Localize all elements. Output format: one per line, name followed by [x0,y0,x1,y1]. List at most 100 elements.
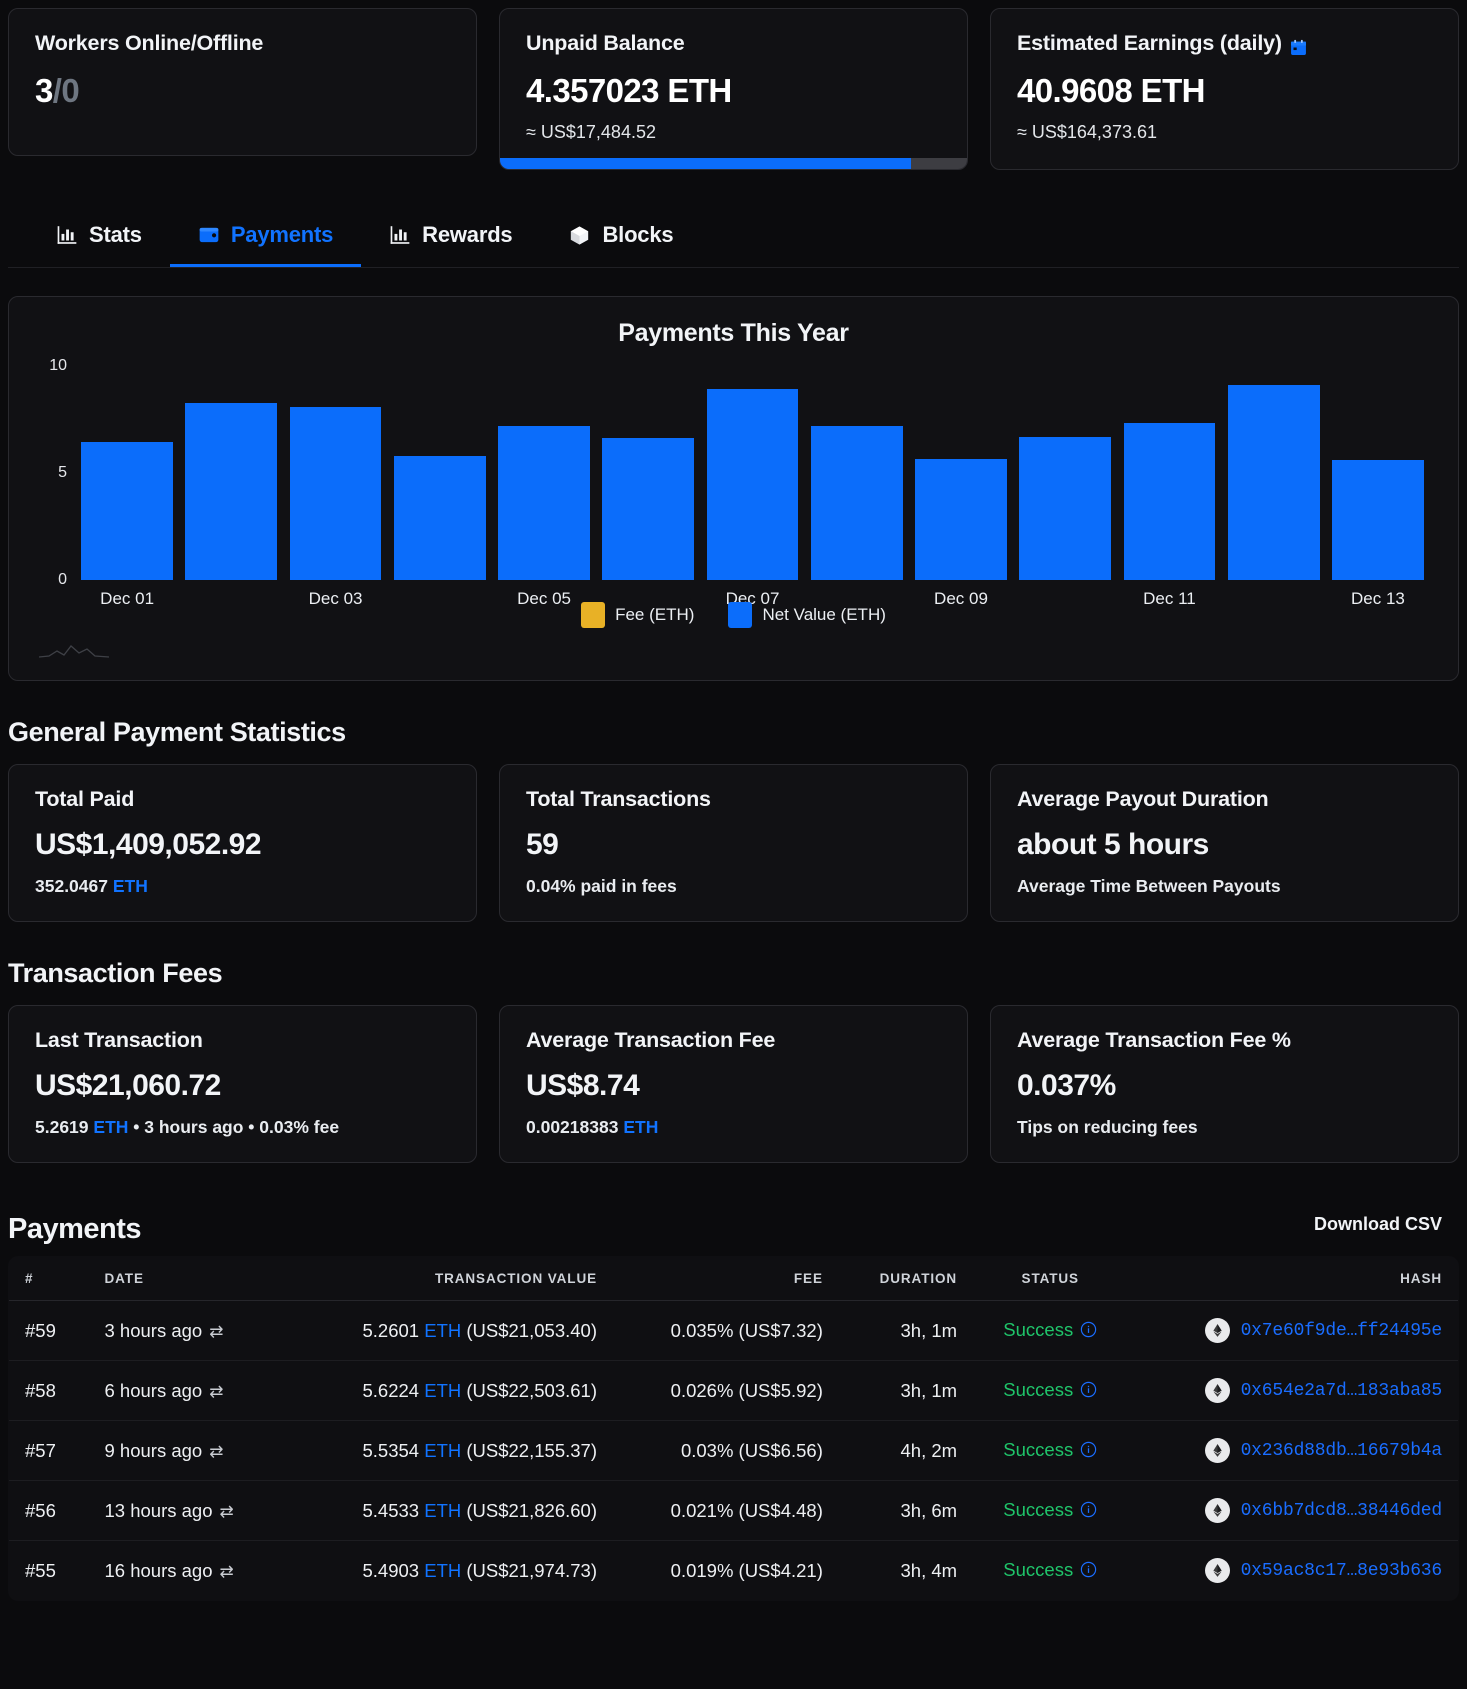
swap-icon[interactable]: ⇄ [209,1382,223,1401]
chart-bar-slot[interactable] [492,366,596,580]
tab-blocks[interactable]: Blocks [540,208,701,267]
average-transaction-fee-sub: 0.00218383 ETH [526,1117,941,1138]
total-transactions-title: Total Transactions [526,787,941,812]
payment-hash-cell: 0x7e60f9de…ff24495e [1127,1301,1458,1361]
info-icon[interactable] [1080,1501,1097,1523]
eth-unit-label: ETH [93,1117,128,1137]
chart-bar[interactable] [1332,460,1424,580]
bar-chart-icon [389,224,411,246]
swap-icon[interactable]: ⇄ [209,1322,223,1341]
tab-stats[interactable]: Stats [28,208,170,267]
swap-icon[interactable]: ⇄ [209,1442,223,1461]
chart-bar[interactable] [707,389,799,580]
unpaid-balance-label: Unpaid Balance [526,31,941,56]
download-csv-button[interactable]: Download CSV [1297,1203,1459,1246]
chart-bar-slot[interactable] [283,366,387,580]
chart-bar-slot[interactable] [700,366,804,580]
chart-bar-slot[interactable] [1013,366,1117,580]
info-icon[interactable] [1080,1441,1097,1463]
chart-bar[interactable] [394,456,486,580]
chart-bar-slot[interactable] [1222,366,1326,580]
estimated-earnings-usd: ≈ US$164,373.61 [1017,122,1432,143]
payment-fee: 0.035% (US$7.32) [613,1301,839,1361]
table-row[interactable]: #5516 hours ago⇄5.4903 ETH (US$21,974.73… [9,1541,1459,1601]
tab-payments[interactable]: Payments [170,208,361,267]
average-payout-duration-card: Average Payout Duration about 5 hours Av… [990,764,1459,922]
chart-legend-item[interactable]: Net Value (ETH) [728,602,885,628]
transaction-hash-link[interactable]: 0x654e2a7d…183aba85 [1241,1381,1442,1401]
payments-table-col-duration[interactable]: DURATION [839,1257,973,1301]
main-tabs: Stats Payments Rewards Blocks [8,208,1459,268]
chart-bar[interactable] [290,407,382,580]
total-paid-eth-amount: 352.0467 [35,876,108,896]
payments-table-col-date[interactable]: DATE [89,1257,287,1301]
last-transaction-eth-amount: 5.2619 [35,1117,89,1137]
payments-table-col-hash[interactable]: HASH [1127,1257,1458,1301]
chart-bar[interactable] [185,403,277,580]
info-icon[interactable] [1080,1321,1097,1343]
chart-bar[interactable] [915,459,1007,580]
table-row[interactable]: #5613 hours ago⇄5.4533 ETH (US$21,826.60… [9,1481,1459,1541]
tab-rewards[interactable]: Rewards [361,208,540,267]
status-badge: Success [1003,1499,1073,1520]
chart-bar-slot[interactable] [596,366,700,580]
chart-bar-slot[interactable] [388,366,492,580]
chart-bar-slot[interactable] [805,366,909,580]
payments-table-col-[interactable]: # [9,1257,89,1301]
chart-bar-slot[interactable] [179,366,283,580]
transaction-hash-link[interactable]: 0x59ac8c17…8e93b636 [1241,1561,1442,1581]
payments-table-col-transaction-value[interactable]: TRANSACTION VALUE [286,1257,613,1301]
calendar-icon [1290,37,1307,54]
swap-icon[interactable]: ⇄ [220,1562,234,1581]
chart-bar[interactable] [1019,437,1111,580]
info-icon[interactable] [1080,1561,1097,1583]
payment-transaction-value: 5.6224 ETH (US$22,503.61) [286,1361,613,1421]
eth-unit-label: ETH [424,1380,461,1401]
last-transaction-meta: • 3 hours ago • 0.03% fee [128,1117,339,1137]
last-transaction-sub: 5.2619 ETH • 3 hours ago • 0.03% fee [35,1117,450,1138]
chart-bar-slot[interactable] [1117,366,1221,580]
unpaid-balance-value: 4.357023 ETH [526,72,941,110]
chart-bar[interactable] [81,442,173,580]
payment-transaction-value: 5.2601 ETH (US$21,053.40) [286,1301,613,1361]
average-payout-duration-title: Average Payout Duration [1017,787,1432,812]
average-payout-duration-value: about 5 hours [1017,828,1432,862]
chart-legend-label: Net Value (ETH) [762,605,885,625]
chart-bar[interactable] [1124,423,1216,580]
average-transaction-fee-pct-value: 0.037% [1017,1069,1432,1103]
payment-date: 16 hours ago⇄ [89,1541,287,1601]
average-payout-duration-sub: Average Time Between Payouts [1017,876,1432,897]
table-row[interactable]: #593 hours ago⇄5.2601 ETH (US$21,053.40)… [9,1301,1459,1361]
transaction-hash-link[interactable]: 0x236d88db…16679b4a [1241,1441,1442,1461]
payment-duration: 4h, 2m [839,1421,973,1481]
tips-on-reducing-fees-link[interactable]: Tips on reducing fees [1017,1117,1432,1138]
chart-bar[interactable] [811,426,903,581]
chart-legend-item[interactable]: Fee (ETH) [581,602,694,628]
table-row[interactable]: #586 hours ago⇄5.6224 ETH (US$22,503.61)… [9,1361,1459,1421]
payment-date: 13 hours ago⇄ [89,1481,287,1541]
summary-cards-row: Workers Online/Offline 3/0 Unpaid Balanc… [8,8,1459,170]
chart-bar[interactable] [498,426,590,580]
payments-chart-card: Payments This Year 0510 Dec 01Dec 03Dec … [8,296,1459,681]
transaction-hash-link[interactable]: 0x7e60f9de…ff24495e [1241,1321,1442,1341]
last-transaction-value: US$21,060.72 [35,1069,450,1103]
info-icon[interactable] [1080,1381,1097,1403]
chart-bar-slot[interactable] [75,366,179,580]
chart-bar-slot[interactable] [909,366,1013,580]
chart-y-axis: 0510 [29,366,75,580]
progress-fill [500,158,911,169]
payments-table-col-status[interactable]: STATUS [973,1257,1127,1301]
chart-bar[interactable] [1228,385,1320,580]
payments-table-head: #DATETRANSACTION VALUEFEEDURATIONSTATUSH… [9,1257,1459,1301]
chart-bar[interactable] [602,438,694,580]
total-transactions-card: Total Transactions 59 0.04% paid in fees [499,764,968,922]
status-badge: Success [1003,1319,1073,1340]
average-transaction-fee-card: Average Transaction Fee US$8.74 0.002183… [499,1005,968,1163]
payments-table-col-fee[interactable]: FEE [613,1257,839,1301]
estimated-earnings-value: 40.9608 ETH [1017,72,1432,110]
table-row[interactable]: #579 hours ago⇄5.5354 ETH (US$22,155.37)… [9,1421,1459,1481]
swap-icon[interactable]: ⇄ [220,1502,234,1521]
chart-bar-slot[interactable] [1326,366,1430,580]
unpaid-balance-card: Unpaid Balance 4.357023 ETH ≈ US$17,484.… [499,8,968,170]
transaction-hash-link[interactable]: 0x6bb7dcd8…38446ded [1241,1501,1442,1521]
